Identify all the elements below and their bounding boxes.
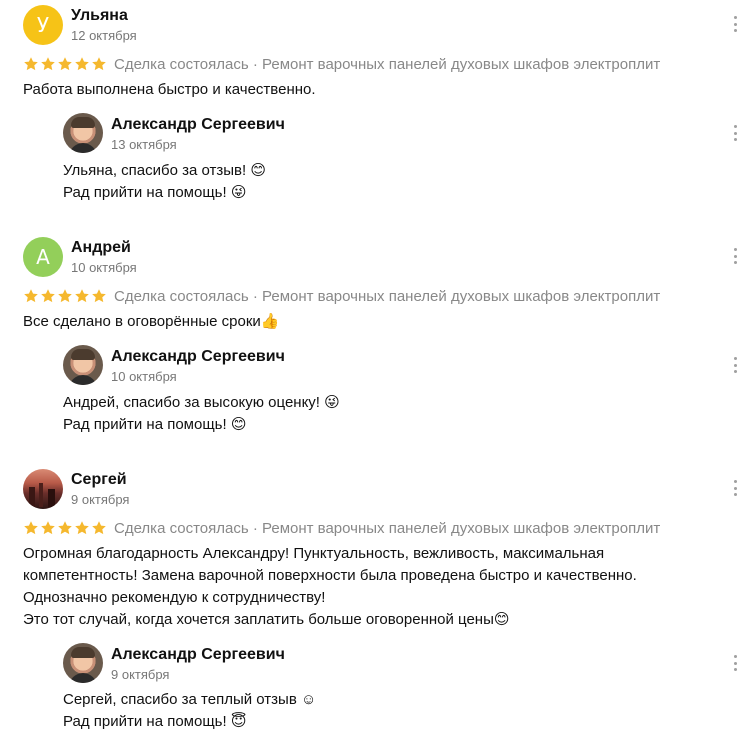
review-meta: Сделка состоялась · Ремонт варочных пане… (23, 286, 660, 306)
star-icon (92, 289, 106, 303)
star-icon (75, 289, 89, 303)
review-text: Работа выполнена быстро и качественно. (23, 81, 316, 98)
reviewer-name[interactable]: Андрей (71, 239, 131, 257)
more-options-icon[interactable] (730, 16, 740, 32)
rating-stars (23, 288, 107, 304)
star-icon (75, 521, 89, 535)
review-meta: Сделка состоялась · Ремонт варочных пане… (23, 54, 660, 74)
deal-status-text: Сделка состоялась · Ремонт варочных пане… (114, 519, 661, 537)
reply-avatar[interactable] (63, 643, 103, 683)
star-icon (41, 57, 55, 71)
star-icon (92, 57, 106, 71)
star-icon (41, 289, 55, 303)
avatar[interactable]: А (23, 237, 63, 277)
star-icon (24, 289, 38, 303)
reviewer-name[interactable]: Ульяна (71, 7, 128, 25)
rating-stars (23, 520, 107, 536)
reply-text: Андрей, спасибо за высокую оценку! 😜 Рад… (63, 394, 340, 433)
star-icon (58, 57, 72, 71)
star-icon (24, 521, 38, 535)
reply-text: Ульяна, спасибо за отзыв! 😊 Рад прийти н… (63, 162, 266, 201)
review-card: А Андрей 10 октября Сделка состоялась · … (0, 232, 750, 464)
more-options-icon[interactable] (730, 655, 740, 671)
review-text: Огромная благодарность Александру! Пункт… (23, 545, 637, 628)
more-options-icon[interactable] (730, 480, 740, 496)
rating-stars (23, 56, 107, 72)
reply-author-name[interactable]: Александр Сергеевич (111, 348, 285, 366)
deal-status-text: Сделка состоялась · Ремонт варочных пане… (114, 287, 661, 305)
review-text: Все сделано в оговорённые сроки👍 (23, 313, 280, 330)
more-options-icon[interactable] (730, 357, 740, 373)
review-date: 10 октября (71, 260, 137, 275)
reply-date: 9 октября (111, 667, 170, 682)
reply-date: 10 октября (111, 369, 177, 384)
review-date: 9 октября (71, 492, 130, 507)
review-date: 12 октября (71, 28, 137, 43)
star-icon (24, 57, 38, 71)
star-icon (75, 57, 89, 71)
review-card: У Ульяна 12 октября Сделка состоялась · … (0, 0, 750, 232)
more-options-icon[interactable] (730, 248, 740, 264)
reply-date: 13 октября (111, 137, 177, 152)
star-icon (58, 289, 72, 303)
avatar[interactable] (23, 469, 63, 509)
more-options-icon[interactable] (730, 125, 740, 141)
avatar[interactable]: У (23, 5, 63, 45)
review-meta: Сделка состоялась · Ремонт варочных пане… (23, 518, 660, 538)
deal-status-text: Сделка состоялась · Ремонт варочных пане… (114, 55, 661, 73)
reviewer-name[interactable]: Сергей (71, 471, 127, 489)
reply-author-name[interactable]: Александр Сергеевич (111, 116, 285, 134)
reply-text: Сергей, спасибо за теплый отзыв ☺ Рад пр… (63, 691, 317, 730)
reply-author-name[interactable]: Александр Сергеевич (111, 646, 285, 664)
reply-avatar[interactable] (63, 345, 103, 385)
star-icon (92, 521, 106, 535)
star-icon (41, 521, 55, 535)
star-icon (58, 521, 72, 535)
review-card: Сергей 9 октября Сделка состоялась · Рем… (0, 464, 750, 730)
reply-avatar[interactable] (63, 113, 103, 153)
